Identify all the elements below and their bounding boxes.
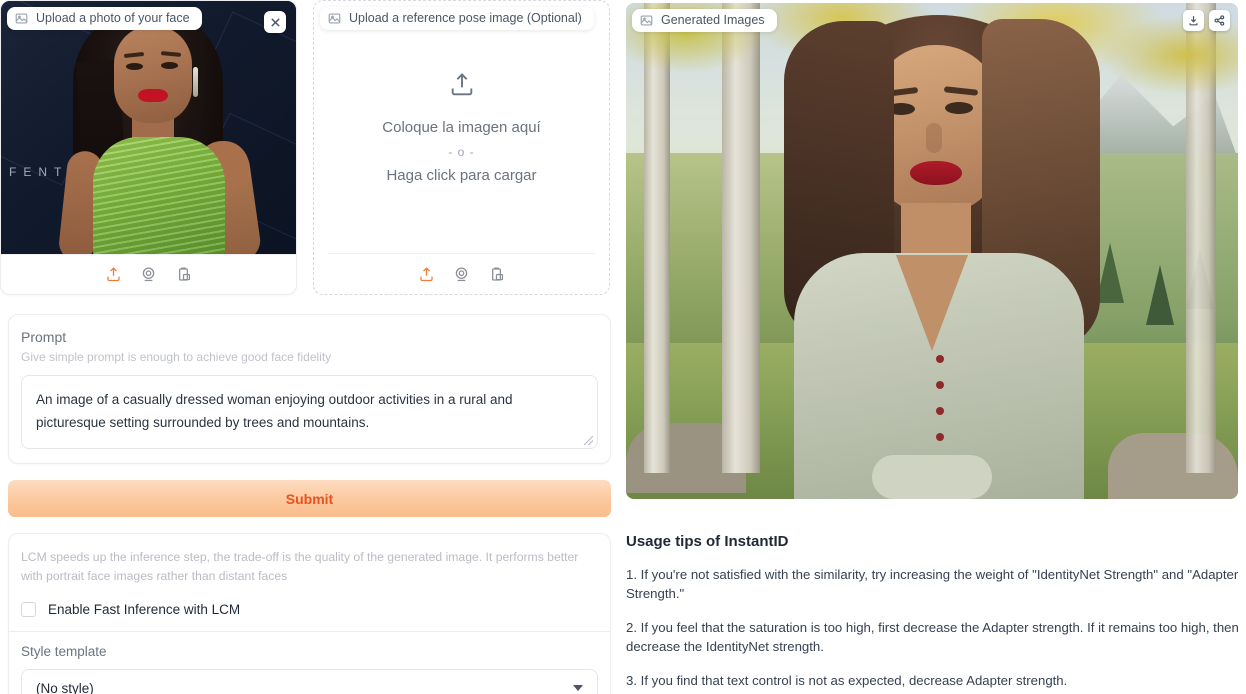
- image-icon: [640, 14, 653, 27]
- lcm-checkbox-label: Enable Fast Inference with LCM: [48, 602, 241, 617]
- upload-icon[interactable]: [418, 266, 435, 283]
- prompt-input-value: An image of a casually dressed woman enj…: [36, 392, 513, 430]
- usage-tip: 3. If you find that text control is not …: [626, 673, 1068, 688]
- subject-button: [936, 381, 944, 389]
- dropzone-click-text: Haga click para cargar: [386, 166, 537, 184]
- style-template-selected-value: (No style): [36, 680, 94, 694]
- uploaded-face-photo[interactable]: FENTY N: [1, 1, 296, 254]
- lcm-panel: LCM speeds up the inference step, the tr…: [8, 533, 611, 631]
- photo-eye: [161, 62, 178, 69]
- face-upload-label: Upload a photo of your face: [7, 7, 202, 30]
- instantid-app: FENTY N: [0, 0, 1246, 694]
- dropzone-or-text: - o -: [448, 144, 475, 159]
- pose-upload-label-text: Upload a reference pose image (Optional): [349, 11, 582, 25]
- face-upload-toolbar: [1, 254, 296, 294]
- dropzone-content[interactable]: Coloque la imagen aquí - o - Haga click …: [314, 1, 609, 253]
- generated-images-label: Generated Images: [632, 9, 777, 32]
- style-template-panel: Style template (No style): [8, 632, 611, 694]
- usage-tips: Usage tips of InstantID 1. If you're not…: [626, 533, 1245, 694]
- right-column: Generated Images Usage tips of InstantID…: [619, 0, 1246, 694]
- photo-eye: [126, 63, 143, 70]
- subject-button: [936, 433, 944, 441]
- usage-tips-title: Usage tips of InstantID: [626, 533, 789, 550]
- usage-tip: 2. If you feel that the saturation is to…: [626, 620, 1239, 654]
- prompt-label: Prompt: [21, 329, 67, 345]
- pose-upload-dropzone[interactable]: Upload a reference pose image (Optional)…: [313, 0, 610, 295]
- scene-rock: [1108, 433, 1238, 499]
- lcm-checkbox-row[interactable]: Enable Fast Inference with LCM: [21, 602, 598, 617]
- resize-grip-icon[interactable]: [584, 436, 593, 445]
- upload-icon[interactable]: [105, 266, 122, 283]
- subject-lips: [910, 161, 962, 185]
- lcm-description: LCM speeds up the inference step, the tr…: [21, 550, 579, 583]
- photo-lips: [138, 89, 168, 102]
- generated-subject: [776, 3, 1106, 499]
- close-icon[interactable]: [264, 11, 286, 33]
- lcm-checkbox[interactable]: [21, 602, 36, 617]
- left-column: FENTY N: [0, 0, 619, 694]
- upload-row: FENTY N: [0, 0, 619, 300]
- submit-button[interactable]: Submit: [8, 480, 611, 517]
- style-template-label: Style template: [21, 644, 107, 659]
- subject-eye: [945, 102, 973, 114]
- prompt-hint: Give simple prompt is enough to achieve …: [21, 350, 332, 364]
- subject-waist-tie: [872, 455, 992, 499]
- image-icon: [328, 12, 341, 25]
- subject-neckline: [896, 255, 968, 351]
- dropzone-primary-text: Coloque la imagen aquí: [382, 118, 541, 136]
- prompt-panel: Prompt Give simple prompt is enough to a…: [8, 314, 611, 464]
- generated-images-label-text: Generated Images: [661, 13, 765, 27]
- chevron-down-icon[interactable]: [573, 685, 583, 691]
- face-upload-card[interactable]: FENTY N: [0, 0, 297, 295]
- generated-image-actions: [1183, 10, 1230, 31]
- subject-button: [936, 407, 944, 415]
- face-upload-label-text: Upload a photo of your face: [36, 11, 190, 25]
- subject-button: [936, 355, 944, 363]
- photo-face: [114, 25, 192, 123]
- webcam-icon[interactable]: [140, 266, 157, 283]
- prompt-input[interactable]: An image of a casually dressed woman enj…: [21, 375, 598, 449]
- generated-image-render: [626, 3, 1238, 499]
- webcam-icon[interactable]: [453, 266, 470, 283]
- upload-icon: [448, 71, 476, 99]
- share-icon[interactable]: [1209, 10, 1230, 31]
- subject-nose: [926, 123, 942, 153]
- pose-upload-label: Upload a reference pose image (Optional): [320, 7, 594, 30]
- face-photo-render: FENTY N: [1, 1, 296, 254]
- photo-dress: [93, 137, 225, 254]
- style-template-select[interactable]: (No style): [21, 669, 598, 694]
- clipboard-icon[interactable]: [175, 266, 192, 283]
- photo-earring: [193, 67, 198, 97]
- image-icon: [15, 12, 28, 25]
- clipboard-icon[interactable]: [488, 266, 505, 283]
- download-icon[interactable]: [1183, 10, 1204, 31]
- scene-pine-tree: [1146, 265, 1174, 325]
- pose-upload-toolbar: [328, 253, 595, 294]
- generated-image[interactable]: Generated Images: [626, 3, 1238, 499]
- usage-tip: 1. If you're not satisfied with the simi…: [626, 567, 1239, 601]
